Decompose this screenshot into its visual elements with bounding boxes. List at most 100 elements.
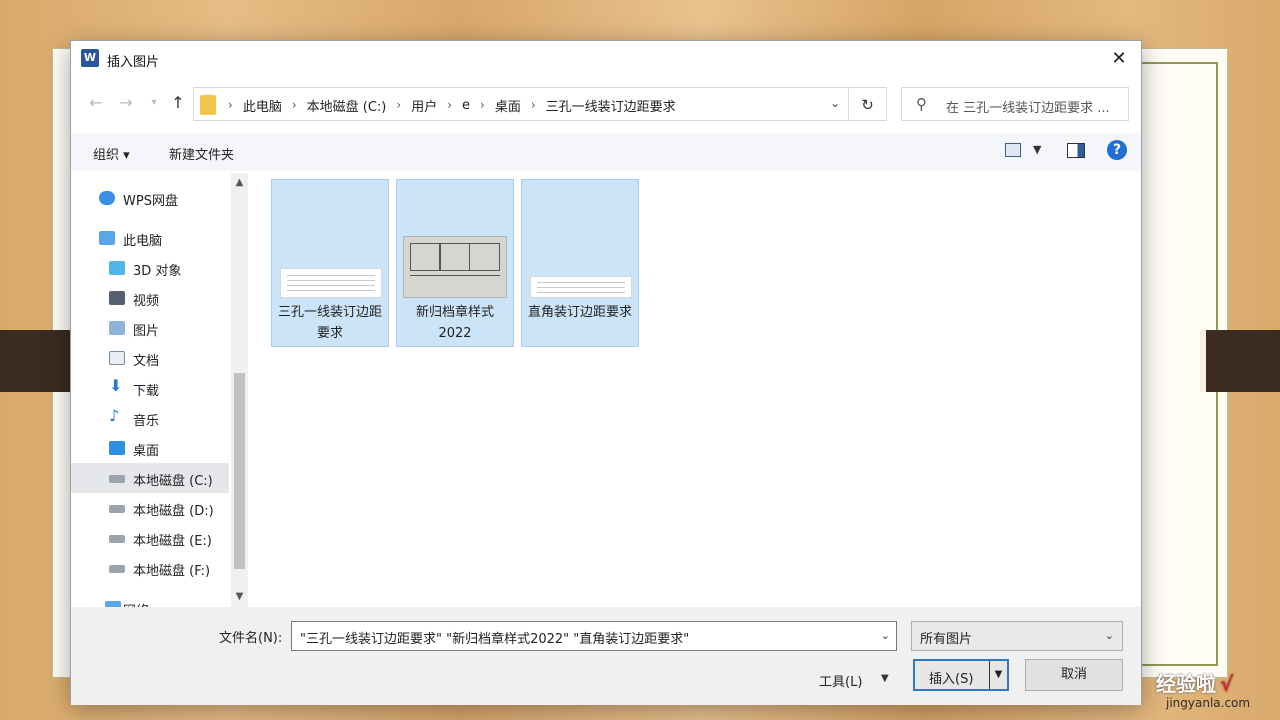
nav-item-documents[interactable]: 文档 xyxy=(71,343,229,373)
insert-picture-dialog: W 插入图片 ✕ ← → ▾ ↑ › 此电脑 › 本地磁盘 (C:) › 用户 … xyxy=(70,40,1142,705)
search-input[interactable]: ⚲ 在 三孔一线装订边距要求 ... xyxy=(901,87,1129,121)
file-name: 三孔一线装订边距要求 xyxy=(277,305,382,341)
cloud-icon xyxy=(99,191,115,205)
chevron-down-icon[interactable]: ▼ xyxy=(881,673,889,684)
help-icon[interactable]: ? xyxy=(1107,140,1127,160)
file-item[interactable]: 三孔一线装订边距要求 xyxy=(271,179,389,347)
view-mode-icon[interactable] xyxy=(1005,143,1021,157)
nav-item-label: 本地磁盘 (C:) xyxy=(133,474,213,489)
nav-item-label: 音乐 xyxy=(133,414,160,429)
breadcrumb-separator-icon: › xyxy=(447,98,453,112)
file-item[interactable]: 直角装订边距要求 xyxy=(521,179,639,347)
nav-item-drive-c[interactable]: 本地磁盘 (C:) xyxy=(71,463,229,493)
desktop-icon xyxy=(109,441,125,455)
chevron-down-icon[interactable]: ▼ xyxy=(1033,143,1041,156)
breadcrumb: › 此电脑 › 本地磁盘 (C:) › 用户 › e › 桌面 › 三孔一线装订… xyxy=(222,88,676,122)
title-bar: W 插入图片 ✕ xyxy=(71,41,1141,77)
nav-item-3d-objects[interactable]: 3D 对象 xyxy=(71,253,229,283)
watermark-url: jingyanla.com xyxy=(1166,696,1251,710)
chevron-down-icon: ⌄ xyxy=(1104,629,1114,642)
computer-icon xyxy=(99,231,115,245)
nav-item-wps-cloud[interactable]: WPS网盘 xyxy=(71,183,229,213)
nav-item-label: 3D 对象 xyxy=(133,264,182,279)
nav-item-label: 图片 xyxy=(133,324,160,339)
nav-item-videos[interactable]: 视频 xyxy=(71,283,229,313)
nav-item-label: 下载 xyxy=(133,384,160,399)
word-app-icon: W xyxy=(81,49,99,67)
download-icon: ⬇ xyxy=(109,376,123,395)
drive-icon xyxy=(109,475,125,483)
breadcrumb-item[interactable]: 用户 xyxy=(411,96,437,115)
back-arrow-icon[interactable]: ← xyxy=(85,93,107,112)
pictures-icon xyxy=(109,321,125,335)
search-placeholder: 在 三孔一线装订边距要求 ... xyxy=(946,101,1110,116)
nav-scrollbar[interactable]: ▲ ▼ xyxy=(231,173,248,607)
chevron-down-icon[interactable]: ⌄ xyxy=(881,629,890,642)
recent-locations-chevron-icon[interactable]: ▾ xyxy=(143,97,165,108)
music-icon: ♪ xyxy=(109,406,120,425)
breadcrumb-separator-icon: › xyxy=(396,98,402,112)
address-row: ← → ▾ ↑ › 此电脑 › 本地磁盘 (C:) › 用户 › e › 桌面 … xyxy=(71,87,1141,121)
nav-item-desktop[interactable]: 桌面 xyxy=(71,433,229,463)
breadcrumb-separator-icon: › xyxy=(480,98,485,112)
nav-item-drive-d[interactable]: 本地磁盘 (D:) xyxy=(71,493,229,523)
breadcrumb-separator-icon: › xyxy=(530,98,536,112)
nav-item-music[interactable]: ♪ 音乐 xyxy=(71,403,229,433)
breadcrumb-item[interactable]: 桌面 xyxy=(495,96,521,115)
close-button[interactable]: ✕ xyxy=(1097,41,1141,77)
insert-button[interactable]: 插入(S) ▼ xyxy=(913,659,1009,691)
scroll-thumb[interactable] xyxy=(234,373,245,569)
nav-item-label: 本地磁盘 (D:) xyxy=(133,504,214,519)
file-name: 新归档章样式2022 xyxy=(415,305,494,341)
preview-pane-icon[interactable] xyxy=(1067,143,1085,158)
breadcrumb-separator-icon: › xyxy=(291,98,297,112)
dialog-footer: 文件名(N): "三孔一线装订边距要求" "新归档章样式2022" "直角装订边… xyxy=(71,607,1141,705)
nav-item-drive-e[interactable]: 本地磁盘 (E:) xyxy=(71,523,229,553)
tools-button[interactable]: 工具(L) xyxy=(819,671,862,690)
cube-icon xyxy=(109,261,125,275)
chevron-down-icon[interactable]: ⌄ xyxy=(830,96,840,110)
breadcrumb-item[interactable]: 此电脑 xyxy=(243,96,282,115)
new-folder-button[interactable]: 新建文件夹 xyxy=(169,144,234,163)
file-type-value: 所有图片 xyxy=(920,632,973,647)
insert-dropdown-icon[interactable]: ▼ xyxy=(989,661,1007,689)
refresh-button[interactable]: ↻ xyxy=(849,87,887,121)
breadcrumb-item[interactable]: e xyxy=(462,98,470,113)
nav-item-label: 桌面 xyxy=(133,444,160,459)
organize-menu-button[interactable]: 组织 ▾ xyxy=(93,144,130,163)
address-bar[interactable]: › 此电脑 › 本地磁盘 (C:) › 用户 › e › 桌面 › 三孔一线装订… xyxy=(193,87,849,121)
command-toolbar: 组织 ▾ 新建文件夹 ▼ ? xyxy=(71,133,1141,171)
document-thumbnail xyxy=(280,268,382,298)
nav-item-this-pc[interactable]: 此电脑 xyxy=(71,223,229,253)
scroll-down-arrow-icon[interactable]: ▼ xyxy=(231,589,248,605)
filename-input[interactable]: "三孔一线装订边距要求" "新归档章样式2022" "直角装订边距要求" ⌄ xyxy=(291,621,897,651)
watermark-check-icon: √ xyxy=(1220,672,1234,696)
nav-item-pictures[interactable]: 图片 xyxy=(71,313,229,343)
watermark-logo: 经验啦 √ xyxy=(1156,668,1233,697)
breadcrumb-item[interactable]: 三孔一线装订边距要求 xyxy=(546,96,676,115)
background-band-right xyxy=(1200,330,1280,392)
nav-item-label: 视频 xyxy=(133,294,160,309)
nav-item-label: 本地磁盘 (E:) xyxy=(133,534,212,549)
file-type-select[interactable]: 所有图片 ⌄ xyxy=(911,621,1123,651)
cancel-button[interactable]: 取消 xyxy=(1025,659,1123,691)
nav-item-network[interactable]: 网络 xyxy=(71,593,229,607)
watermark-text: 经验啦 xyxy=(1156,672,1216,696)
background-band-left xyxy=(0,330,72,392)
nav-item-downloads[interactable]: ⬇ 下载 xyxy=(71,373,229,403)
up-arrow-icon[interactable]: ↑ xyxy=(167,93,189,112)
nav-item-label: 此电脑 xyxy=(123,234,163,249)
document-thumbnail xyxy=(530,276,632,298)
file-list: 三孔一线装订边距要求 新归档章样式2022 直角装订边距要求 xyxy=(249,173,1141,607)
drive-icon xyxy=(109,565,125,573)
nav-item-label: 本地磁盘 (F:) xyxy=(133,564,211,579)
breadcrumb-item[interactable]: 本地磁盘 (C:) xyxy=(307,96,387,115)
scroll-up-arrow-icon[interactable]: ▲ xyxy=(231,175,248,191)
refresh-icon: ↻ xyxy=(861,96,874,114)
breadcrumb-separator-icon: › xyxy=(228,98,233,112)
nav-item-label: 文档 xyxy=(133,354,160,369)
navigation-pane: WPS网盘 此电脑 3D 对象 视频 图片 文档 ⬇ 下载 ♪ 音乐 桌面 本地… xyxy=(71,173,249,607)
file-item[interactable]: 新归档章样式2022 xyxy=(396,179,514,347)
nav-item-drive-f[interactable]: 本地磁盘 (F:) xyxy=(71,553,229,583)
forward-arrow-icon[interactable]: → xyxy=(115,93,137,112)
